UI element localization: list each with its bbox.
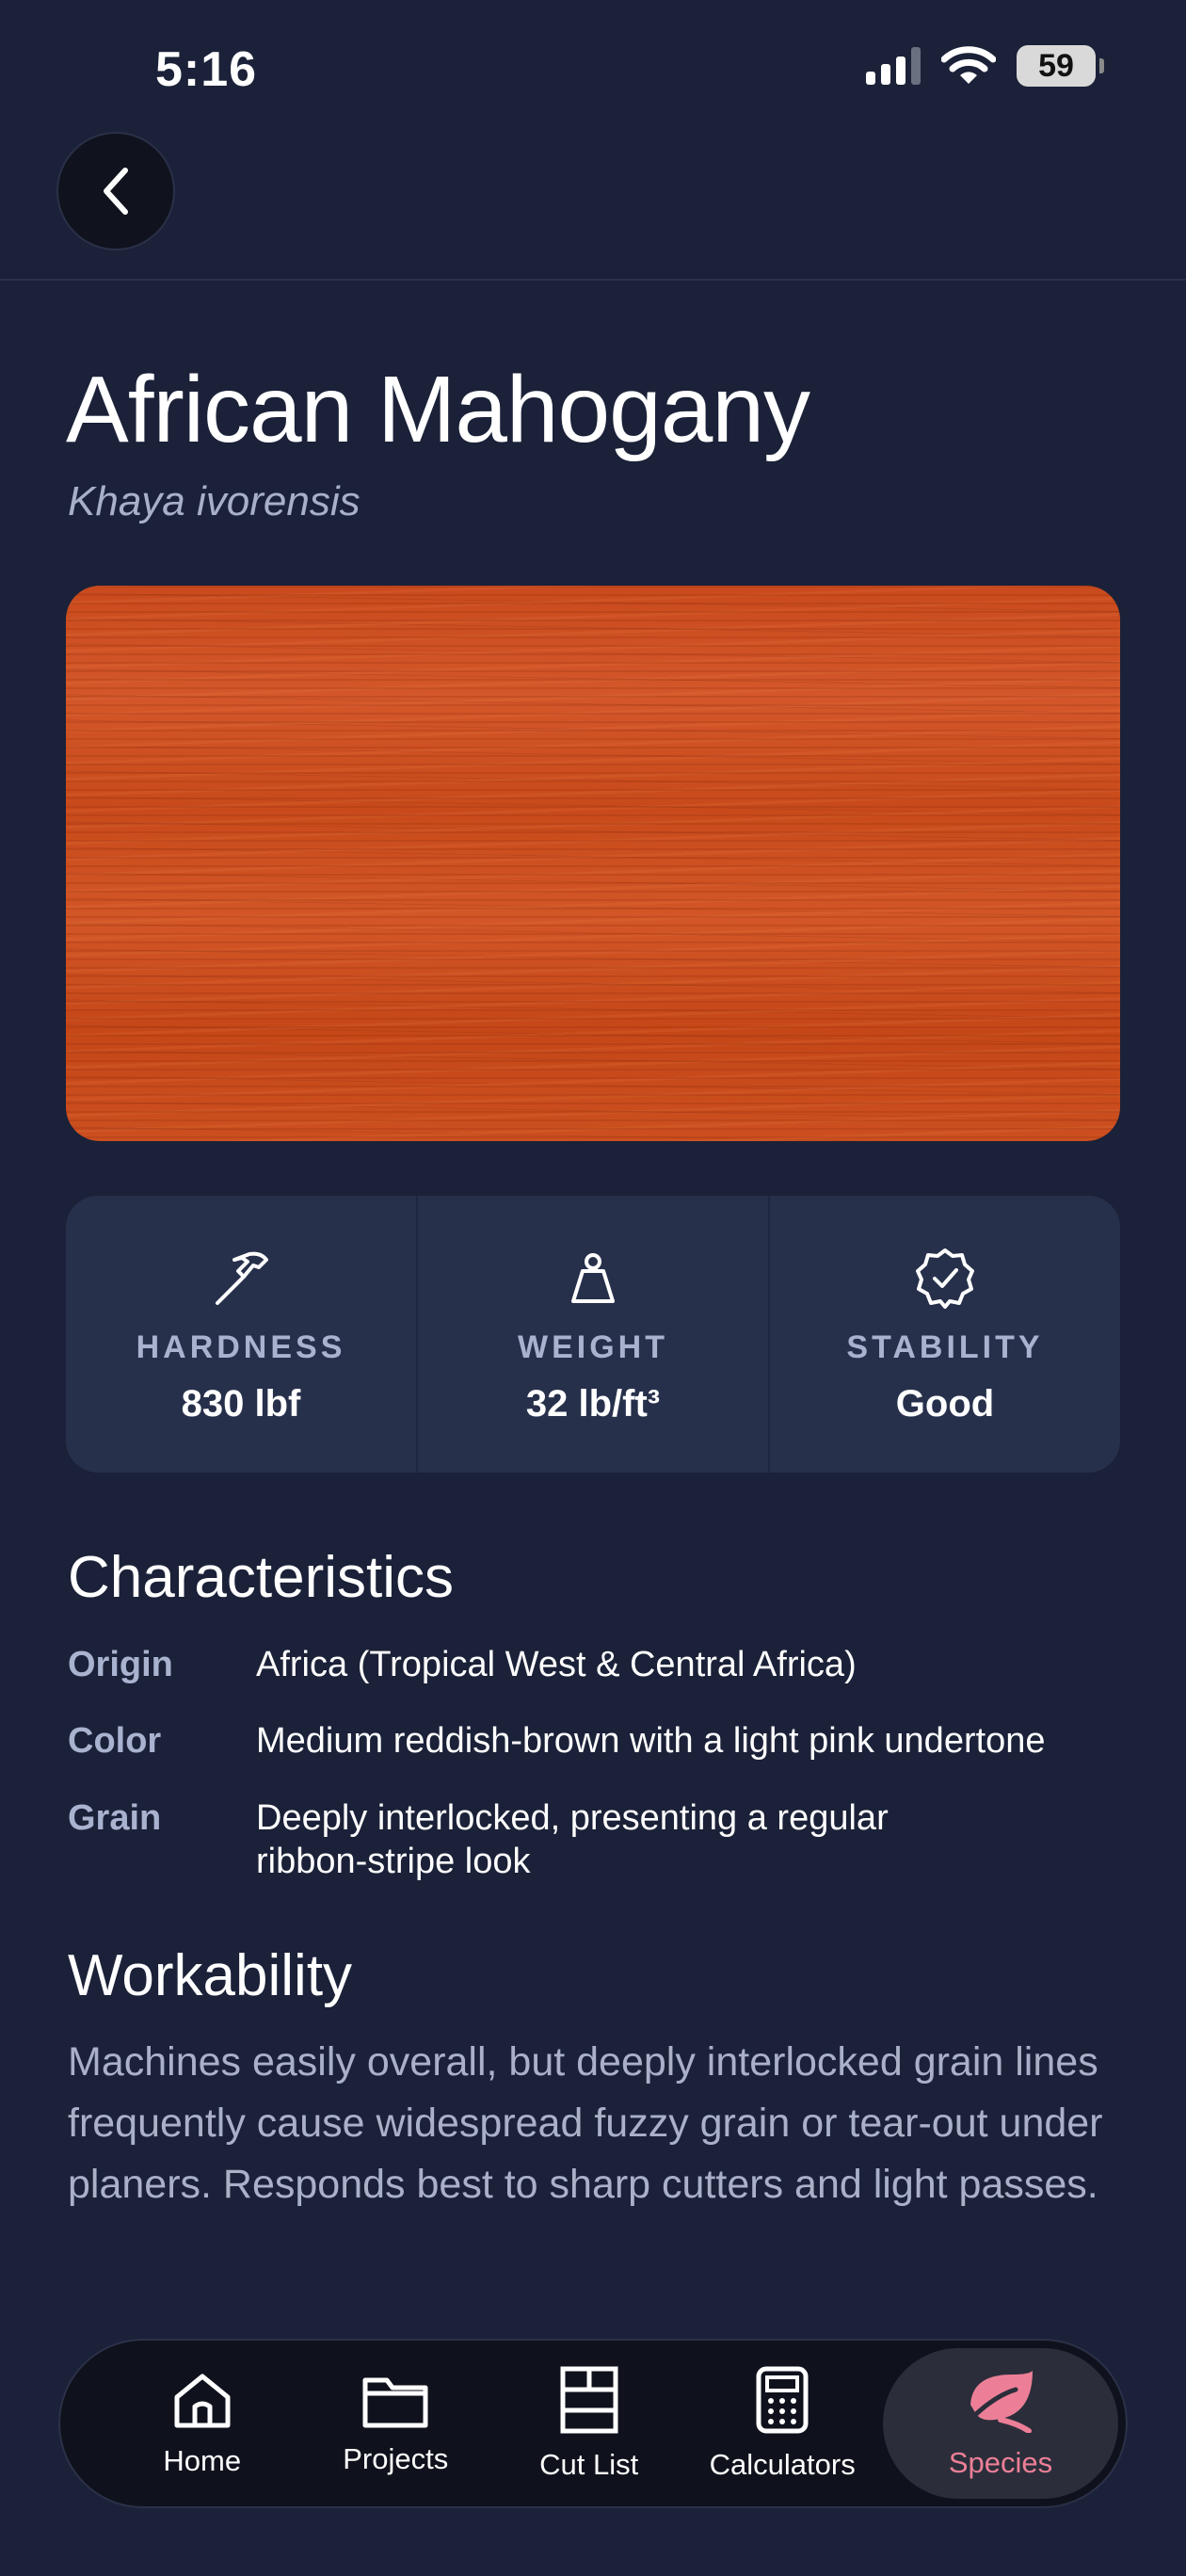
stat-label: WEIGHT <box>518 1329 668 1365</box>
stat-stability: STABILITY Good <box>770 1196 1120 1473</box>
characteristic-value: Deeply interlocked, presenting a regular… <box>256 1798 889 1881</box>
characteristic-key: Grain <box>68 1798 162 1838</box>
wood-sample-image <box>66 586 1120 1141</box>
characteristic-value: Medium reddish-brown with a light pink u… <box>256 1721 1046 1761</box>
calculator-icon <box>756 2366 809 2434</box>
tab-calculators[interactable]: Calculators <box>685 2348 878 2499</box>
stat-hardness: HARDNESS 830 lbf <box>66 1196 418 1473</box>
characteristic-value: Africa (Tropical West & Central Africa) <box>256 1645 857 1684</box>
characteristic-key: Color <box>68 1721 162 1761</box>
characteristic-row-grain: Grain Deeply interlocked, presenting a r… <box>68 1796 1131 1883</box>
cellular-signal-icon <box>866 47 921 85</box>
tab-species[interactable]: Species <box>882 2348 1118 2499</box>
workability-heading: Workability <box>68 1943 353 2008</box>
characteristic-row-origin: Origin Africa (Tropical West & Central A… <box>68 1643 1131 1686</box>
wifi-icon <box>941 46 996 84</box>
stat-value: 830 lbf <box>181 1383 301 1425</box>
leaf-icon <box>970 2371 1033 2433</box>
status-time: 5:16 <box>155 42 258 97</box>
species-title: African Mahogany <box>66 357 810 462</box>
stat-value: 32 lb/ft³ <box>525 1383 661 1425</box>
stat-value: Good <box>895 1383 995 1425</box>
folder-icon <box>362 2377 428 2428</box>
tab-label: Home <box>163 2444 242 2477</box>
tab-label: Projects <box>343 2442 449 2475</box>
back-button[interactable] <box>56 132 175 250</box>
status-icons: 59 <box>866 45 1104 87</box>
species-detail-screen: 5:16 59 African Mahogany Khaya ivorensis <box>0 0 1186 2576</box>
tab-label: Cut List <box>539 2448 639 2481</box>
characteristics-heading: Characteristics <box>68 1545 454 1610</box>
bottom-tab-bar: Home Projects Cut List Calculators Speci… <box>58 2339 1128 2508</box>
scientific-name: Khaya ivorensis <box>68 478 361 524</box>
stats-card: HARDNESS 830 lbf WEIGHT 32 lb/ft³ STABIL… <box>66 1196 1120 1473</box>
stat-label: STABILITY <box>846 1329 1044 1365</box>
battery-icon: 59 <box>1017 45 1104 87</box>
weight-icon <box>560 1245 626 1311</box>
characteristic-key: Origin <box>68 1645 173 1684</box>
home-icon <box>174 2374 231 2428</box>
chevron-left-icon <box>104 168 128 215</box>
tab-projects[interactable]: Projects <box>298 2348 491 2499</box>
verified-badge-icon <box>912 1245 978 1311</box>
tab-cut-list[interactable]: Cut List <box>492 2348 685 2499</box>
stat-weight: WEIGHT 32 lb/ft³ <box>418 1196 770 1473</box>
tab-label: Species <box>948 2446 1053 2479</box>
tab-label: Calculators <box>709 2448 856 2481</box>
tab-home[interactable]: Home <box>105 2348 298 2499</box>
hammer-icon <box>208 1245 274 1311</box>
characteristic-row-color: Color Medium reddish-brown with a light … <box>68 1719 1131 1763</box>
workability-text: Machines easily overall, but deeply inte… <box>68 2039 1103 2207</box>
cut-list-icon <box>560 2366 618 2434</box>
header-divider <box>0 279 1186 281</box>
stat-label: HARDNESS <box>136 1329 346 1365</box>
